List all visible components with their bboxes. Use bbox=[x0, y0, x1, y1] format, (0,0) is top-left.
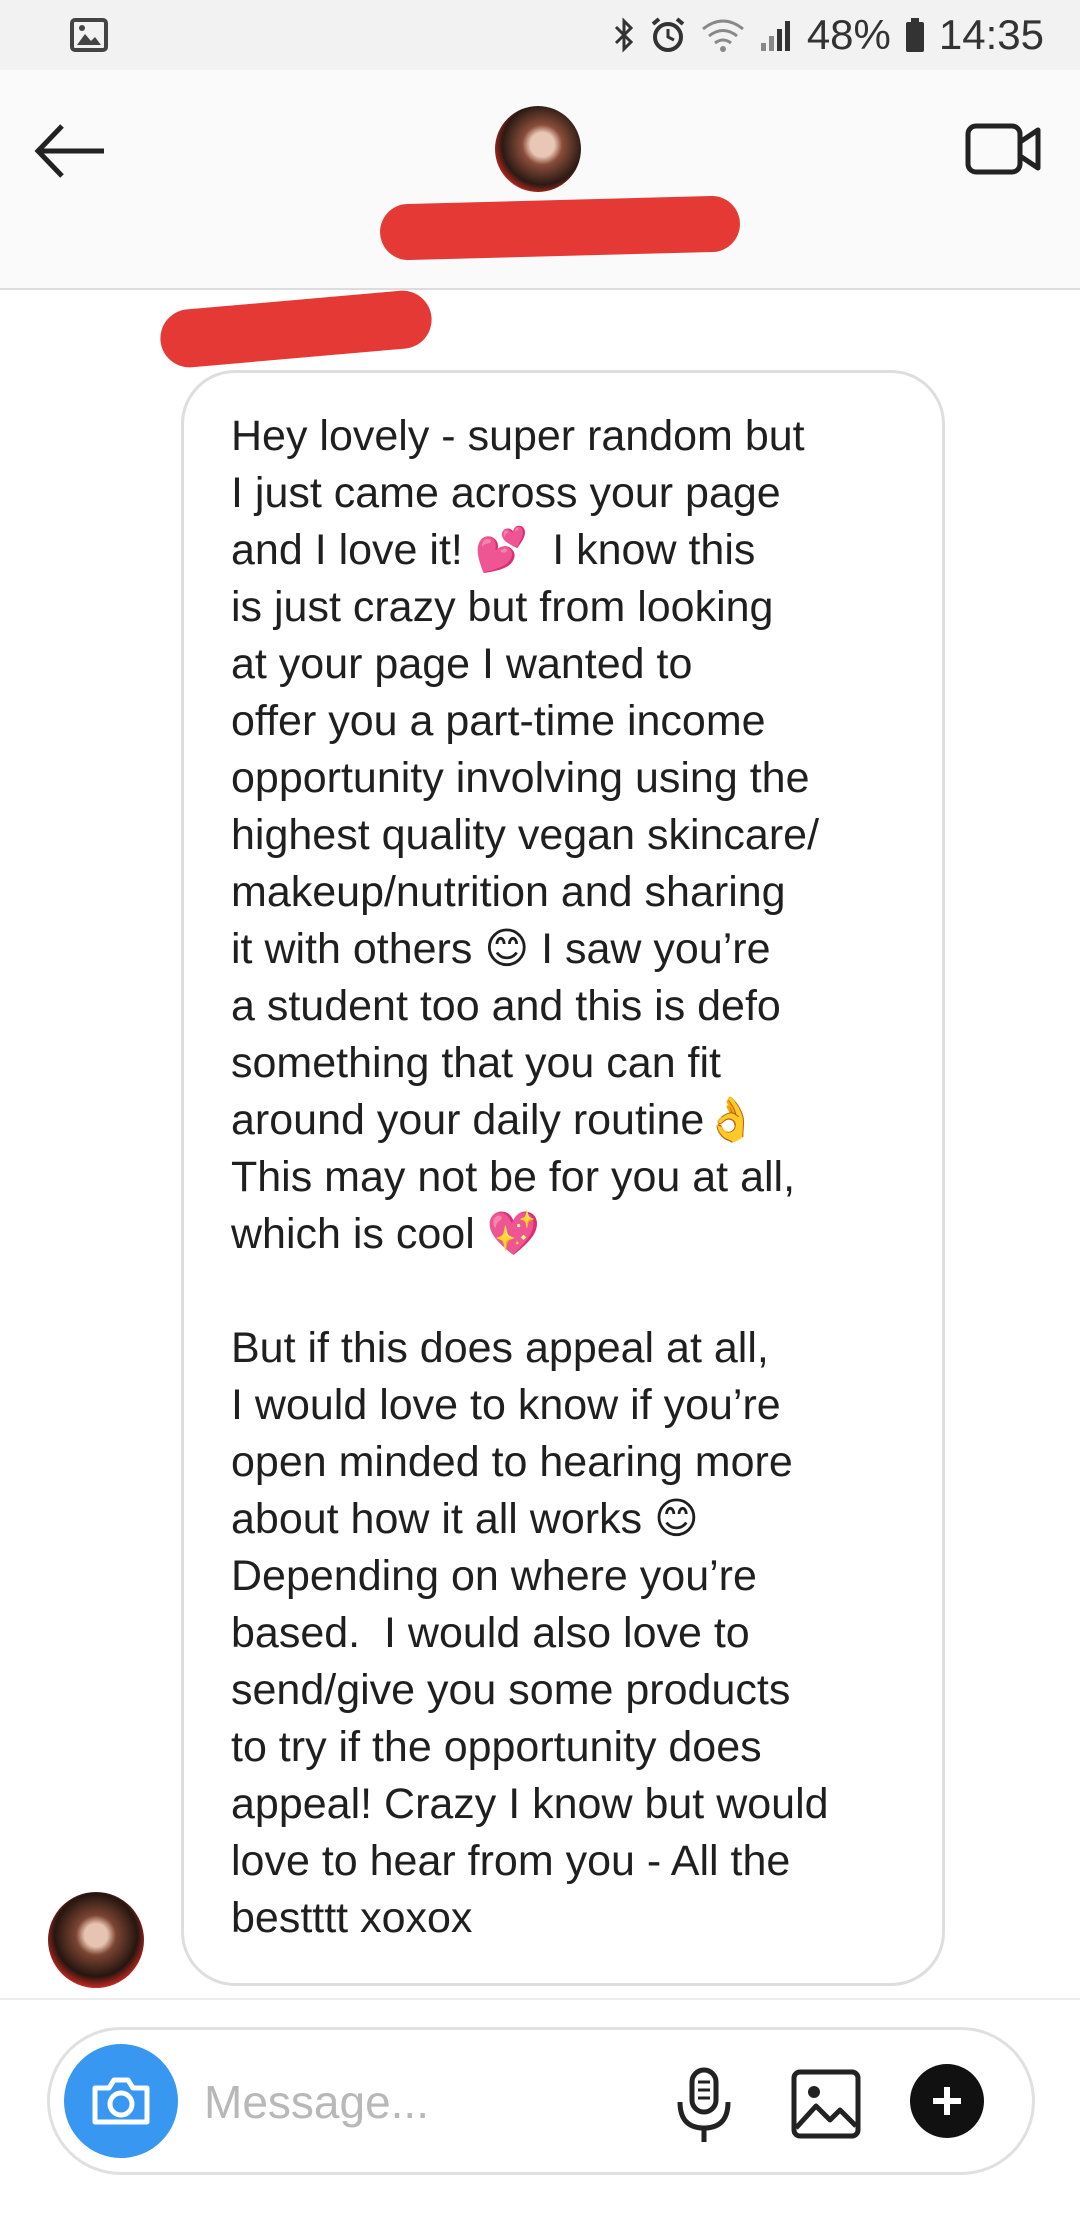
back-button[interactable] bbox=[32, 116, 112, 186]
video-call-icon bbox=[965, 123, 1041, 175]
wifi-icon bbox=[701, 19, 744, 52]
more-options-button[interactable] bbox=[910, 2064, 984, 2138]
plus-icon bbox=[933, 2087, 961, 2115]
gallery-icon bbox=[791, 2069, 861, 2139]
message-bubble[interactable]: Hey lovely - super random but I just cam… bbox=[181, 370, 945, 1986]
message-paragraph: But if this does appeal at all, I would … bbox=[231, 1324, 829, 1942]
video-call-button[interactable] bbox=[964, 114, 1044, 184]
contact-avatar[interactable] bbox=[495, 106, 581, 192]
status-left bbox=[70, 18, 108, 52]
gallery-button[interactable] bbox=[790, 2068, 862, 2140]
conversation-header bbox=[0, 70, 1080, 290]
message-paragraph: Hey lovely - super random but I just cam… bbox=[231, 412, 820, 1258]
redacted-contact-name bbox=[379, 195, 741, 261]
image-notification-icon bbox=[70, 18, 108, 52]
voice-message-button[interactable] bbox=[672, 2066, 736, 2146]
clock: 14:35 bbox=[938, 11, 1044, 58]
arrow-left-icon bbox=[34, 124, 104, 178]
sender-avatar[interactable] bbox=[48, 1892, 144, 1988]
redacted-sender-name bbox=[157, 288, 435, 370]
composer-divider bbox=[0, 1998, 1080, 2000]
camera-icon bbox=[92, 2077, 150, 2125]
bluetooth-icon bbox=[614, 17, 633, 53]
alarm-icon bbox=[651, 17, 685, 52]
battery-percent: 48% bbox=[806, 11, 891, 58]
status-bar: 48% 14:35 bbox=[0, 0, 1080, 70]
battery-icon bbox=[905, 18, 924, 52]
message-composer bbox=[47, 2027, 1035, 2175]
camera-button[interactable] bbox=[64, 2044, 178, 2158]
message-input[interactable] bbox=[202, 2070, 506, 2134]
signal-icon bbox=[760, 21, 790, 51]
status-right: 48% 14:35 bbox=[613, 11, 1044, 59]
microphone-icon bbox=[677, 2067, 731, 2142]
